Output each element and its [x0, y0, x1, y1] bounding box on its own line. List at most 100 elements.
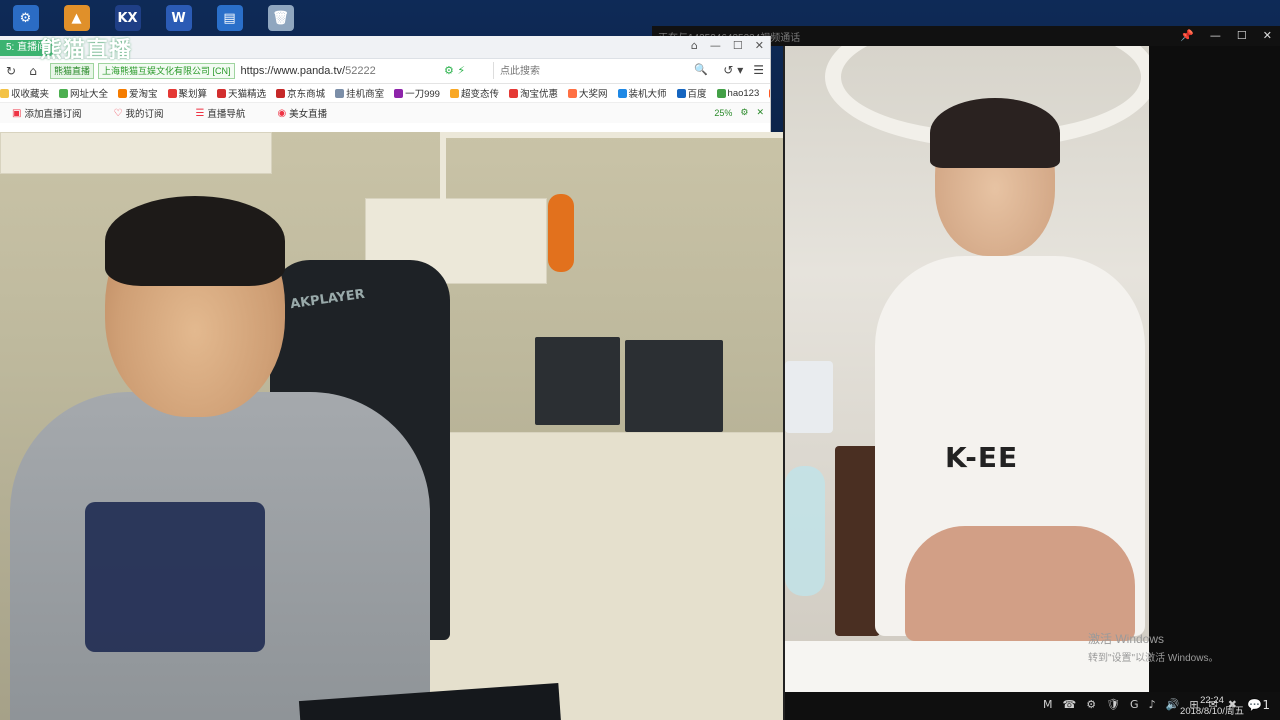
caller-legs	[905, 526, 1135, 641]
shelf	[0, 132, 272, 174]
tray-icon[interactable]: 🛡	[1106, 698, 1120, 711]
sitebar-label: 美女直播	[289, 109, 328, 120]
cabinet	[420, 432, 783, 720]
favorite-label: 超变态传	[460, 89, 499, 100]
favorite-item[interactable]: 淘宝优惠	[508, 86, 558, 100]
add-icon: ▣	[12, 107, 22, 119]
speaker	[625, 340, 723, 432]
menu-icon[interactable]: ☰	[753, 63, 764, 77]
favorite-icon	[335, 88, 345, 98]
shirt-text: K-EE	[945, 441, 1019, 474]
favorite-item[interactable]: 一刀999	[394, 86, 440, 100]
favorite-icon	[217, 88, 227, 98]
object	[785, 466, 825, 596]
close-icon[interactable]: ✕	[756, 107, 764, 118]
refresh-icon[interactable]: ↻	[0, 64, 22, 78]
notification-center[interactable]: 💬1	[1247, 698, 1270, 712]
favorite-label: 装机大师	[628, 89, 667, 100]
favorite-icon	[617, 88, 627, 98]
favorite-item[interactable]: 百度	[676, 86, 707, 100]
favorite-item[interactable]: 聚划算	[167, 86, 207, 100]
tray-icon[interactable]: ♪	[1149, 698, 1156, 711]
skin-icon[interactable]: ⌂	[691, 39, 698, 52]
recycle-bin-icon[interactable]: 🗑	[255, 0, 306, 36]
address-right-tools: ↺ ▾ ☰	[723, 63, 764, 77]
undo-icon[interactable]: ↺ ▾	[723, 63, 743, 77]
favorite-item[interactable]: hao123	[716, 88, 759, 99]
tray-icon[interactable]: ⚙	[1086, 698, 1096, 711]
beauty-live-button[interactable]: ◉ 美女直播	[277, 106, 328, 121]
search-input[interactable]	[494, 62, 692, 81]
streamer-video[interactable]: AKPLAYER	[0, 132, 783, 720]
favorite-icon	[118, 88, 128, 98]
streamer	[10, 196, 430, 720]
close-icon[interactable]: ✕	[1263, 29, 1272, 42]
sitebar-label: 添加直播订阅	[24, 109, 82, 120]
close-icon[interactable]: ✕	[755, 39, 764, 52]
favorite-icon	[769, 88, 770, 98]
video-call-sidebar	[1149, 46, 1280, 692]
caller-hair	[930, 98, 1060, 168]
add-subscription-button[interactable]: ▣ 添加直播订阅	[12, 106, 82, 121]
speedup-icon[interactable]: ⚙ ⚡	[444, 64, 465, 77]
url-field[interactable]: https://www.panda.tv/52222	[241, 65, 376, 77]
minimize-icon[interactable]: —	[1210, 29, 1221, 42]
toy	[548, 194, 574, 272]
favorite-icon	[676, 88, 686, 98]
favorite-label: 収收藏夹	[11, 89, 50, 100]
favorite-item[interactable]: 天猫精选	[217, 86, 266, 100]
sitebar-label: 直播导航	[207, 109, 246, 120]
heart-icon: ♡	[113, 107, 123, 119]
my-subscriptions-button[interactable]: ♡ 我的订阅	[113, 106, 163, 121]
favorite-item[interactable]: 京东商城	[276, 86, 325, 100]
favorite-icon	[59, 88, 69, 98]
live-nav-button[interactable]: ☰ 直播导航	[195, 106, 246, 121]
tray-icon[interactable]: ☎	[1063, 698, 1077, 711]
minimize-icon[interactable]: —	[710, 39, 721, 52]
favorite-item[interactable]: 大奖网	[568, 86, 608, 100]
search-icon[interactable]: 🔍	[694, 63, 708, 76]
favorite-icon	[167, 88, 177, 98]
favorite-label: 京东商城	[287, 89, 326, 100]
maximize-icon[interactable]: ☐	[1237, 29, 1247, 42]
settings-icon[interactable]: ⚙	[740, 107, 748, 118]
favorite-item[interactable]: 挂机商室	[335, 86, 384, 100]
favorite-icon	[716, 88, 726, 98]
app-icon-3[interactable]: KX	[102, 0, 153, 36]
fan	[785, 361, 833, 433]
tray-icon[interactable]: G	[1130, 698, 1139, 711]
maximize-icon[interactable]: ☐	[733, 39, 743, 52]
favorite-label: 一刀999	[405, 89, 440, 100]
favorite-label: 网址大全	[70, 89, 109, 100]
url-host: https://www.panda.tv/	[240, 65, 346, 77]
percent-indicator: 25%	[714, 107, 733, 118]
favorite-item[interactable]: 収收藏夹	[0, 86, 49, 100]
favorite-label: 百度	[687, 89, 707, 100]
doc-icon[interactable]: ▤	[204, 0, 255, 36]
favorite-item[interactable]: 超变态传	[449, 86, 499, 100]
favorite-icon	[0, 88, 9, 98]
desktop-icon-row: ⚙ ▲ KX W ▤ 🗑	[0, 0, 306, 36]
home-icon[interactable]: ⌂	[22, 64, 44, 78]
shirt-print	[85, 502, 265, 652]
word-icon[interactable]: W	[153, 0, 204, 36]
streamer-hair	[105, 196, 285, 286]
app-icon-2[interactable]: ▲	[51, 0, 102, 36]
app-icon-1[interactable]: ⚙	[0, 0, 51, 36]
favorite-icon	[449, 88, 459, 98]
tray-icon[interactable]: M	[1043, 698, 1053, 711]
watermark-line2: 转到"设置"以激活 Windows。	[1088, 653, 1219, 664]
favorite-label: 大奖网	[579, 89, 608, 100]
favorite-item[interactable]: 淘宝	[769, 86, 770, 100]
clock-time: 22:24	[1200, 695, 1224, 706]
pin-icon[interactable]: 📌	[1180, 29, 1194, 42]
caller-video[interactable]: K-EE	[785, 46, 1149, 692]
favorite-item[interactable]: 装机大师	[617, 86, 667, 100]
favorite-item[interactable]: 网址大全	[59, 86, 108, 100]
certificate-badge[interactable]: 上海熊猫互娱文化有限公司 [CN]	[98, 63, 235, 79]
favorite-icon	[568, 88, 577, 98]
favorite-icon	[394, 88, 404, 98]
taskbar-tray: M ☎ ⚙ 🛡 G ♪ 🔊 ⊞ ✉ ✖ 22:24 2018/8/10/周五 💬1	[785, 692, 1280, 720]
favorite-item[interactable]: 爱淘宝	[118, 86, 158, 100]
clock[interactable]: 22:24 2018/8/10/周五	[1177, 695, 1247, 717]
